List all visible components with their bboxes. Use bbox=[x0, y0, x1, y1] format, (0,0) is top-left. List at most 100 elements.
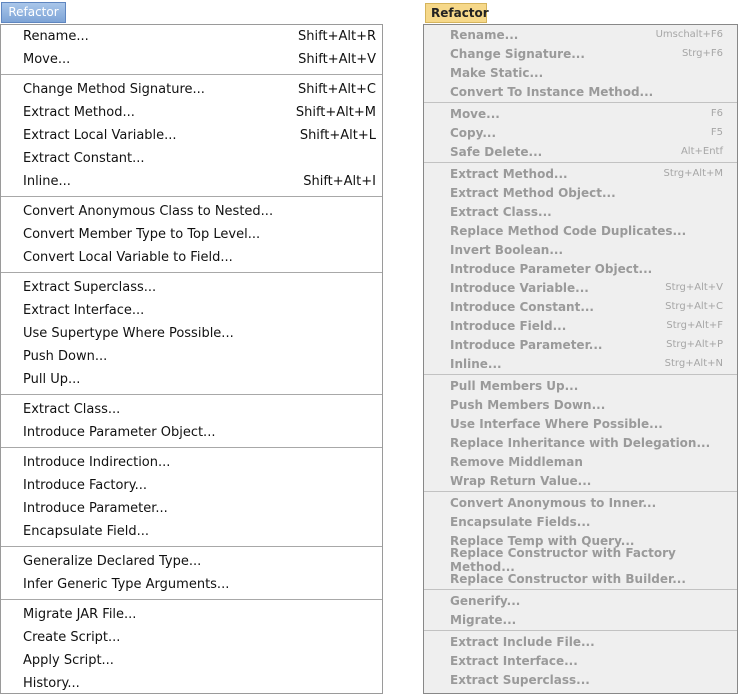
menu-item-label: Introduce Indirection... bbox=[23, 455, 171, 470]
menu-item-label: Generalize Declared Type... bbox=[23, 554, 202, 569]
left-menu-separator bbox=[1, 599, 382, 600]
left-menu-item-extract-class[interactable]: Extract Class... bbox=[1, 398, 382, 421]
right-menu-item-invert-boolean[interactable]: Invert Boolean... bbox=[424, 240, 737, 259]
left-menu-item-generalize-declared-type[interactable]: Generalize Declared Type... bbox=[1, 550, 382, 573]
right-menu-item-make-static[interactable]: Make Static... bbox=[424, 63, 737, 82]
menu-item-label: Rename... bbox=[450, 27, 519, 42]
right-menu-item-encapsulate-fields[interactable]: Encapsulate Fields... bbox=[424, 512, 737, 531]
menu-item-label: Replace Inheritance with Delegation... bbox=[450, 435, 711, 450]
left-menu-item-move[interactable]: Move... Shift+Alt+V bbox=[1, 48, 382, 71]
left-menu-item-introduce-indirection[interactable]: Introduce Indirection... bbox=[1, 451, 382, 474]
menu-item-shortcut: F6 bbox=[710, 108, 723, 119]
left-menu-item-pull-up[interactable]: Pull Up... bbox=[1, 368, 382, 391]
left-menu-item-convert-member-type-to-top-level[interactable]: Convert Member Type to Top Level... bbox=[1, 223, 382, 246]
left-menu-item-introduce-factory[interactable]: Introduce Factory... bbox=[1, 474, 382, 497]
right-menu-item-introduce-variable[interactable]: Introduce Variable... Strg+Alt+V bbox=[424, 278, 737, 297]
left-menu-item-history[interactable]: History... bbox=[1, 672, 382, 695]
right-menu-item-use-interface-where-possible[interactable]: Use Interface Where Possible... bbox=[424, 414, 737, 433]
left-menu-item-apply-script[interactable]: Apply Script... bbox=[1, 649, 382, 672]
menu-item-label: Extract Interface... bbox=[450, 653, 578, 668]
right-menu-item-pull-members-up[interactable]: Pull Members Up... bbox=[424, 376, 737, 395]
left-menu-item-use-supertype-where-possible[interactable]: Use Supertype Where Possible... bbox=[1, 322, 382, 345]
left-menu-item-extract-local-variable[interactable]: Extract Local Variable... Shift+Alt+L bbox=[1, 124, 382, 147]
menu-item-label: Rename... bbox=[23, 29, 89, 44]
menu-item-label: Infer Generic Type Arguments... bbox=[23, 577, 230, 592]
right-menu-separator bbox=[424, 630, 737, 631]
right-menu-item-replace-method-code-duplicates[interactable]: Replace Method Code Duplicates... bbox=[424, 221, 737, 240]
right-menu-item-extract-interface[interactable]: Extract Interface... bbox=[424, 651, 737, 670]
menu-item-label: Encapsulate Fields... bbox=[450, 514, 591, 529]
menu-item-label: Use Interface Where Possible... bbox=[450, 416, 663, 431]
menu-item-label: Apply Script... bbox=[23, 653, 114, 668]
right-menu-item-convert-anonymous-to-inner[interactable]: Convert Anonymous to Inner... bbox=[424, 493, 737, 512]
menu-item-label: Convert To Instance Method... bbox=[450, 84, 654, 99]
menu-item-label: Extract Method Object... bbox=[450, 185, 616, 200]
right-menu-separator bbox=[424, 589, 737, 590]
menu-item-label: History... bbox=[23, 676, 80, 691]
right-menu-separator bbox=[424, 374, 737, 375]
right-menu-item-replace-constructor-with-factory-method[interactable]: Replace Constructor with Factory Method.… bbox=[424, 546, 737, 574]
menu-item-shortcut: Shift+Alt+V bbox=[298, 52, 376, 67]
right-menu-item-safe-delete[interactable]: Safe Delete... Alt+Entf bbox=[424, 142, 737, 161]
left-menu-item-extract-interface[interactable]: Extract Interface... bbox=[1, 299, 382, 322]
left-menu-item-extract-constant[interactable]: Extract Constant... bbox=[1, 147, 382, 170]
right-menu-item-replace-inheritance-with-delegation[interactable]: Replace Inheritance with Delegation... bbox=[424, 433, 737, 452]
right-menu-item-push-members-down[interactable]: Push Members Down... bbox=[424, 395, 737, 414]
left-menu-item-extract-method[interactable]: Extract Method... Shift+Alt+M bbox=[1, 101, 382, 124]
menu-item-label: Extract Superclass... bbox=[23, 280, 157, 295]
menu-item-shortcut: Strg+Alt+C bbox=[665, 301, 723, 312]
menu-item-label: Inline... bbox=[23, 174, 71, 189]
right-menu-item-introduce-field[interactable]: Introduce Field... Strg+Alt+F bbox=[424, 316, 737, 335]
right-menu-item-move[interactable]: Move... F6 bbox=[424, 104, 737, 123]
menu-item-shortcut: Strg+Alt+P bbox=[666, 339, 723, 350]
menu-item-label: Change Signature... bbox=[450, 46, 585, 61]
menu-item-label: Convert Anonymous Class to Nested... bbox=[23, 204, 274, 219]
right-refactor-menu-title[interactable]: Refactor bbox=[425, 3, 489, 23]
left-menu-item-inline[interactable]: Inline... Shift+Alt+I bbox=[1, 170, 382, 193]
left-menu-item-rename[interactable]: Rename... Shift+Alt+R bbox=[1, 25, 382, 48]
right-menu-item-rename[interactable]: Rename... Umschalt+F6 bbox=[424, 25, 737, 44]
left-menu-item-introduce-parameter-object[interactable]: Introduce Parameter Object... bbox=[1, 421, 382, 444]
right-menu-item-change-signature[interactable]: Change Signature... Strg+F6 bbox=[424, 44, 737, 63]
right-menu-item-extract-superclass[interactable]: Extract Superclass... bbox=[424, 670, 737, 689]
left-menu-item-encapsulate-field[interactable]: Encapsulate Field... bbox=[1, 520, 382, 543]
right-menu-item-extract-include-file[interactable]: Extract Include File... bbox=[424, 632, 737, 651]
left-menu-item-push-down[interactable]: Push Down... bbox=[1, 345, 382, 368]
menu-item-label: Introduce Parameter Object... bbox=[23, 425, 216, 440]
left-menu-separator bbox=[1, 196, 382, 197]
menu-item-shortcut: Shift+Alt+R bbox=[298, 29, 376, 44]
menu-item-label: Push Members Down... bbox=[450, 397, 606, 412]
left-menu-item-migrate-jar-file[interactable]: Migrate JAR File... bbox=[1, 603, 382, 626]
menu-item-label: Move... bbox=[450, 106, 500, 121]
right-menu-item-introduce-constant[interactable]: Introduce Constant... Strg+Alt+C bbox=[424, 297, 737, 316]
right-menu-item-extract-method[interactable]: Extract Method... Strg+Alt+M bbox=[424, 164, 737, 183]
menu-item-label: Invert Boolean... bbox=[450, 242, 564, 257]
left-menu-separator bbox=[1, 74, 382, 75]
menu-item-shortcut: F5 bbox=[710, 127, 723, 138]
left-menu-item-extract-superclass[interactable]: Extract Superclass... bbox=[1, 276, 382, 299]
menu-item-label: Introduce Parameter Object... bbox=[450, 261, 653, 276]
right-menu-separator bbox=[424, 102, 737, 103]
left-refactor-menu-title[interactable]: Refactor bbox=[1, 2, 66, 23]
left-menu-item-convert-local-variable-to-field[interactable]: Convert Local Variable to Field... bbox=[1, 246, 382, 269]
left-menu-item-create-script[interactable]: Create Script... bbox=[1, 626, 382, 649]
menu-item-label: Introduce Constant... bbox=[450, 299, 594, 314]
right-menu-item-copy[interactable]: Copy... F5 bbox=[424, 123, 737, 142]
left-menu-item-convert-anonymous-class-to-nested[interactable]: Convert Anonymous Class to Nested... bbox=[1, 200, 382, 223]
right-menu-item-wrap-return-value[interactable]: Wrap Return Value... bbox=[424, 471, 737, 490]
right-menu-item-extract-method-object[interactable]: Extract Method Object... bbox=[424, 183, 737, 202]
left-menu-item-introduce-parameter[interactable]: Introduce Parameter... bbox=[1, 497, 382, 520]
right-menu-item-extract-class[interactable]: Extract Class... bbox=[424, 202, 737, 221]
right-menu-item-introduce-parameter[interactable]: Introduce Parameter... Strg+Alt+P bbox=[424, 335, 737, 354]
menu-item-label: Extract Class... bbox=[450, 204, 552, 219]
right-menu-item-remove-middleman[interactable]: Remove Middleman bbox=[424, 452, 737, 471]
right-menu-item-inline[interactable]: Inline... Strg+Alt+N bbox=[424, 354, 737, 373]
menu-item-label: Copy... bbox=[450, 125, 497, 140]
right-menu-item-convert-to-instance-method[interactable]: Convert To Instance Method... bbox=[424, 82, 737, 101]
right-menu-item-introduce-parameter-object[interactable]: Introduce Parameter Object... bbox=[424, 259, 737, 278]
menu-item-shortcut: Strg+Alt+F bbox=[666, 320, 723, 331]
left-menu-item-infer-generic-type-arguments[interactable]: Infer Generic Type Arguments... bbox=[1, 573, 382, 596]
right-menu-item-migrate[interactable]: Migrate... bbox=[424, 610, 737, 629]
right-menu-item-generify[interactable]: Generify... bbox=[424, 591, 737, 610]
left-menu-item-change-method-signature[interactable]: Change Method Signature... Shift+Alt+C bbox=[1, 78, 382, 101]
